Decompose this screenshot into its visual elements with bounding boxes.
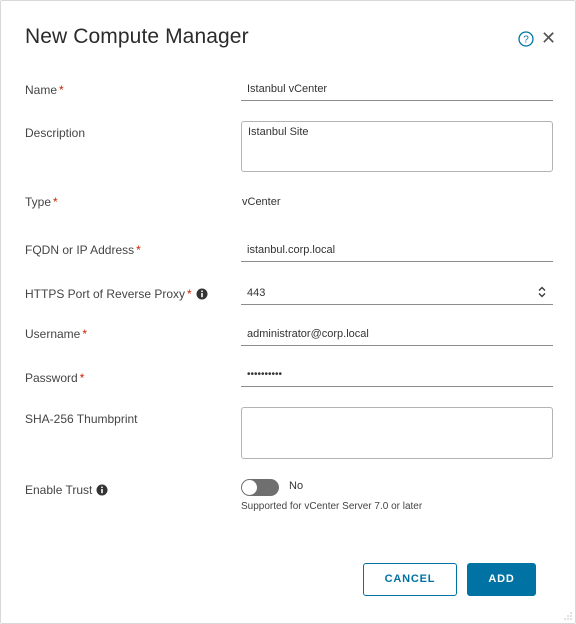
close-icon[interactable]: ✕ (541, 29, 556, 47)
type-label: Type * (25, 195, 58, 209)
thumbprint-textarea[interactable] (241, 407, 553, 459)
enable-trust-label: Enable Trust (25, 483, 108, 497)
resize-icon[interactable] (564, 612, 572, 620)
svg-text:?: ? (523, 35, 529, 46)
fqdn-label: FQDN or IP Address * (25, 243, 141, 257)
description-label: Description (25, 126, 86, 140)
add-button[interactable]: ADD (467, 563, 536, 596)
fqdn-input[interactable]: istanbul.corp.local (241, 238, 553, 262)
help-icon[interactable]: ? (518, 31, 534, 47)
https-port-label: HTTPS Port of Reverse Proxy * (25, 287, 208, 301)
spinner-icon[interactable] (537, 285, 547, 299)
dialog-title: New Compute Manager (25, 25, 249, 48)
enable-trust-toggle[interactable] (241, 479, 279, 496)
username-input[interactable]: administrator@corp.local (241, 322, 553, 346)
name-label: Name * (25, 83, 64, 97)
username-label: Username * (25, 327, 88, 341)
toggle-knob (242, 480, 257, 495)
description-textarea[interactable]: Istanbul Site (241, 121, 553, 172)
cancel-button[interactable]: CANCEL (363, 563, 457, 596)
enable-trust-helper: Supported for vCenter Server 7.0 or late… (241, 501, 423, 512)
password-input[interactable]: •••••••••• (241, 363, 553, 387)
info-icon[interactable] (96, 484, 108, 496)
info-icon[interactable] (196, 288, 208, 300)
https-port-input[interactable]: 443 (241, 281, 553, 305)
new-compute-manager-dialog: New Compute Manager ? ✕ Name * Istanbul v… (0, 0, 576, 624)
name-input[interactable]: Istanbul vCenter (241, 77, 553, 101)
thumbprint-label: SHA-256 Thumbprint (25, 412, 138, 426)
enable-trust-state: No (289, 480, 304, 492)
type-value: vCenter (242, 196, 281, 208)
https-port-value: 443 (247, 287, 266, 299)
password-label: Password * (25, 371, 85, 385)
